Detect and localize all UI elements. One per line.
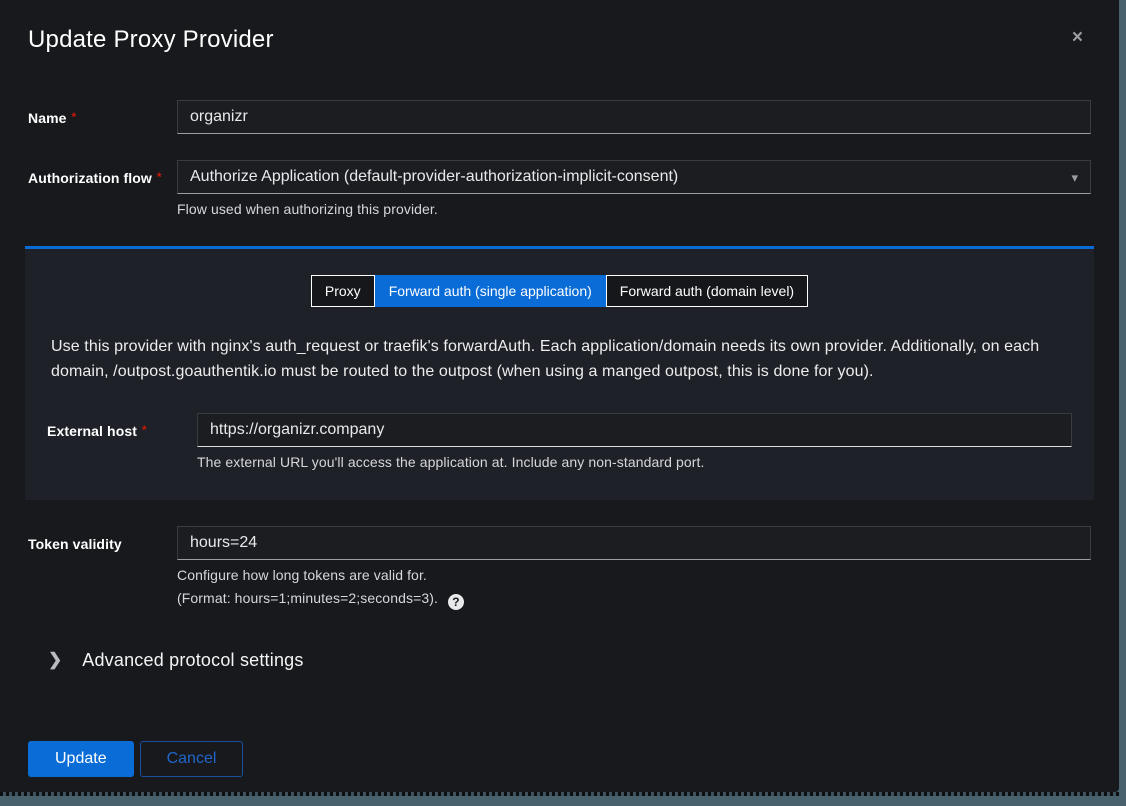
external-host-label-text: External host: [47, 423, 137, 439]
authorization-flow-label: Authorization flow *: [28, 160, 177, 186]
question-circle-icon[interactable]: ?: [448, 594, 464, 610]
proxy-mode-tabs: Proxy Forward auth (single application) …: [47, 275, 1072, 307]
chevron-down-icon: ▾: [1071, 170, 1078, 186]
advanced-protocol-settings-expander[interactable]: ❯ Advanced protocol settings: [28, 650, 1091, 671]
update-button[interactable]: Update: [28, 741, 134, 777]
advanced-protocol-settings-label: Advanced protocol settings: [82, 650, 303, 671]
tab-forward-auth-domain-level[interactable]: Forward auth (domain level): [606, 275, 808, 307]
external-host-help: The external URL you'll access the appli…: [197, 454, 1072, 470]
required-asterisk: *: [157, 170, 162, 184]
proxy-mode-card: Proxy Forward auth (single application) …: [25, 246, 1094, 500]
token-validity-row: Token validity Configure how long tokens…: [28, 526, 1091, 610]
token-validity-help-line1: Configure how long tokens are valid for.: [177, 567, 1091, 583]
token-validity-help-line2: (Format: hours=1;minutes=2;seconds=3). ?: [177, 590, 1091, 610]
required-asterisk: *: [72, 110, 77, 124]
external-host-row: External host * The external URL you'll a…: [47, 413, 1072, 470]
token-validity-input[interactable]: [177, 526, 1091, 560]
window-shadow-edge: [0, 792, 1119, 796]
token-validity-field: Configure how long tokens are valid for.…: [177, 526, 1091, 610]
authorization-flow-label-text: Authorization flow: [28, 170, 152, 186]
close-icon[interactable]: ×: [1072, 28, 1083, 47]
name-input[interactable]: [177, 100, 1091, 134]
chevron-right-icon: ❯: [48, 650, 62, 670]
modal-title: Update Proxy Provider: [28, 26, 1091, 54]
authorization-flow-help: Flow used when authorizing this provider…: [177, 201, 1091, 217]
authorization-flow-select[interactable]: Authorize Application (default-provider-…: [177, 160, 1091, 194]
mode-description: Use this provider with nginx's auth_requ…: [47, 335, 1072, 385]
name-label-text: Name: [28, 110, 67, 126]
modal-footer: Update Cancel: [28, 741, 1091, 777]
token-validity-label: Token validity: [28, 526, 177, 552]
name-label: Name *: [28, 100, 177, 126]
name-field-row: Name *: [28, 100, 1091, 134]
cancel-button[interactable]: Cancel: [140, 741, 244, 777]
external-host-input[interactable]: [197, 413, 1072, 447]
tab-forward-auth-single-application[interactable]: Forward auth (single application): [375, 275, 606, 307]
modal-header: Update Proxy Provider ×: [28, 26, 1091, 54]
external-host-label: External host *: [47, 413, 197, 439]
required-asterisk: *: [142, 423, 147, 437]
authorization-flow-field: Authorize Application (default-provider-…: [177, 160, 1091, 217]
tab-proxy[interactable]: Proxy: [311, 275, 375, 307]
authorization-flow-selected-value: Authorize Application (default-provider-…: [190, 168, 678, 186]
authorization-flow-row: Authorization flow * Authorize Applicatio…: [28, 160, 1091, 217]
update-proxy-provider-modal: Update Proxy Provider × Name * Authorizat…: [0, 0, 1119, 792]
token-format-text: (Format: hours=1;minutes=2;seconds=3).: [177, 590, 438, 606]
external-host-field: The external URL you'll access the appli…: [197, 413, 1072, 470]
